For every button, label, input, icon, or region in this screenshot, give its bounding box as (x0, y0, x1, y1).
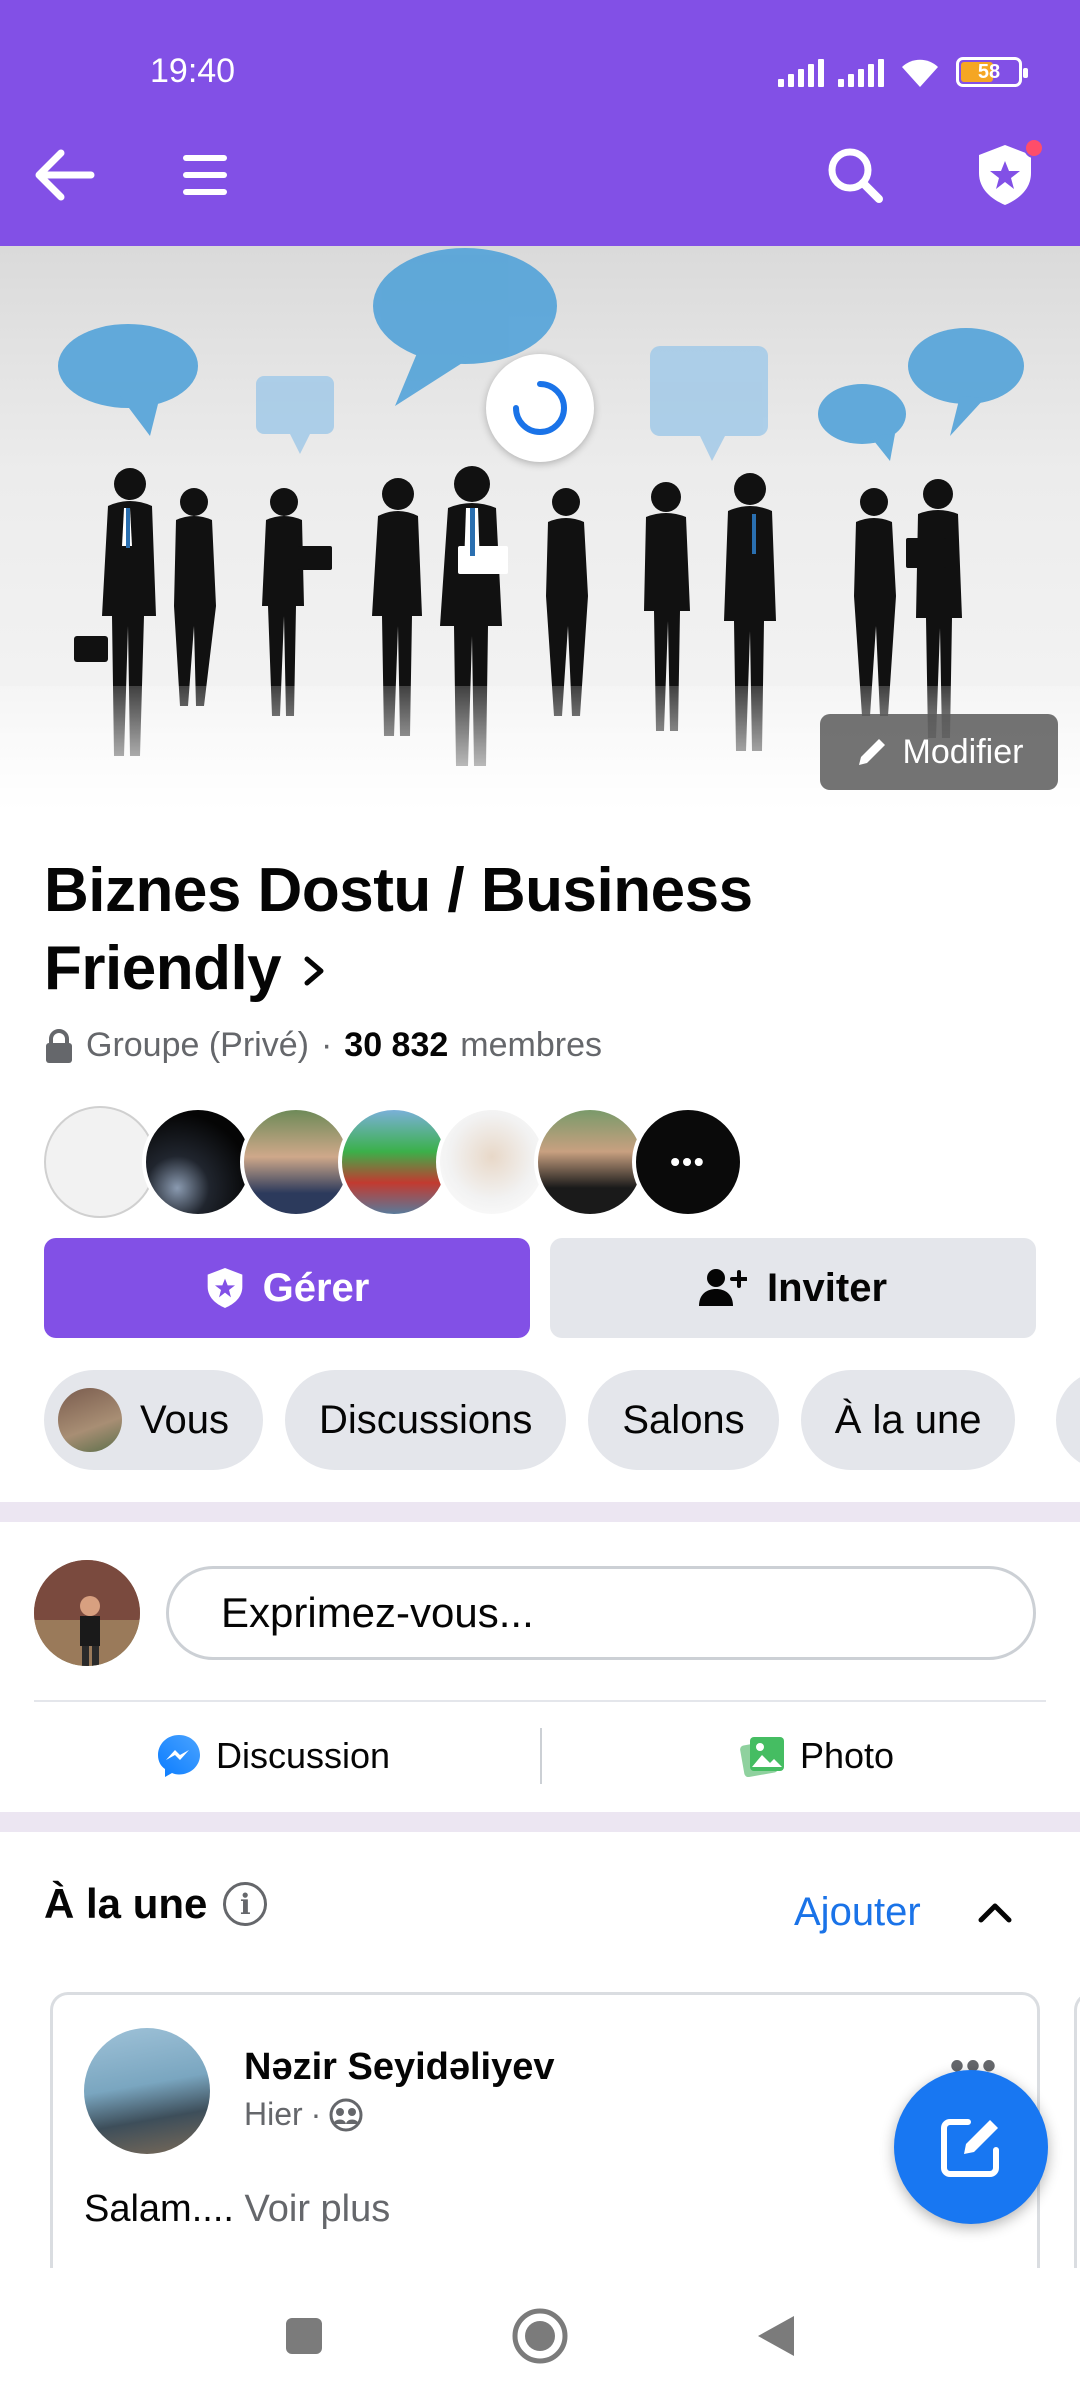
arrow-left-icon (35, 149, 95, 201)
see-more-link[interactable]: Voir plus (245, 2188, 391, 2230)
post-timestamp: Hier · (244, 2096, 363, 2133)
cover-photo[interactable]: Modifier (0, 246, 1080, 812)
system-back-button[interactable] (746, 2306, 806, 2366)
section-divider (0, 1812, 1080, 1832)
tab-featured[interactable]: À la une (800, 1370, 1016, 1470)
edit-cover-button[interactable]: Modifier (820, 714, 1058, 790)
tab-overflow[interactable] (1056, 1370, 1080, 1470)
pencil-icon (858, 739, 885, 765)
post-composer-input[interactable]: Exprimez-vous... (166, 1566, 1036, 1660)
member-count: 30 832 (344, 1026, 449, 1064)
status-icons: 58 (778, 52, 1028, 92)
messenger-icon (158, 1735, 200, 1777)
lock-icon (46, 1028, 72, 1063)
invite-button[interactable]: Inviter (550, 1238, 1036, 1338)
photo-button[interactable]: Photo (740, 1720, 894, 1792)
more-members-avatar[interactable]: ••• (632, 1106, 744, 1218)
featured-post-card[interactable] (50, 1992, 1040, 2292)
members-label: membres (460, 1026, 602, 1064)
hamburger-icon (183, 155, 227, 195)
avatar[interactable] (84, 2028, 210, 2154)
meta-separator: · (320, 1026, 333, 1064)
group-members-icon (329, 2098, 363, 2131)
avatar (240, 1106, 352, 1218)
avatar (436, 1106, 548, 1218)
notification-dot (1024, 138, 1044, 158)
tab-label: Vous (140, 1397, 229, 1442)
signal-icon-2 (838, 57, 884, 87)
composer-placeholder: Exprimez-vous... (221, 1589, 534, 1636)
loading-spinner (486, 354, 594, 462)
search-button[interactable] (810, 130, 900, 220)
signal-icon (778, 57, 824, 87)
featured-title: À la une (44, 1880, 208, 1927)
avatar (338, 1106, 450, 1218)
status-time: 19:40 (150, 52, 236, 90)
tab-rooms[interactable]: Salons (588, 1370, 779, 1470)
add-person-icon (698, 1269, 747, 1306)
battery-icon: 58 (956, 57, 1028, 87)
collapse-button[interactable] (970, 1890, 1020, 1934)
photo-icon (740, 1737, 784, 1777)
avatar (534, 1106, 646, 1218)
wifi-icon (902, 59, 938, 87)
home-button[interactable] (510, 2306, 570, 2366)
avatar (44, 1106, 156, 1218)
triangle-back-icon (758, 2316, 794, 2356)
featured-heading: À la une i (44, 1880, 268, 1928)
divider (34, 1700, 1046, 1702)
home-circle-icon (512, 2308, 568, 2364)
group-meta: Groupe (Privé) · 30 832 membres (44, 1026, 602, 1065)
post-time-separator: · (310, 2096, 322, 2132)
menu-button[interactable] (160, 130, 250, 220)
invite-label: Inviter (766, 1265, 888, 1310)
manage-button[interactable]: Gérer (44, 1238, 530, 1338)
tab-label: À la une (834, 1397, 982, 1442)
next-post-card[interactable] (1074, 1992, 1080, 2292)
battery-level: 58 (977, 61, 1001, 83)
admin-tools-button[interactable] (960, 130, 1050, 220)
back-button[interactable] (20, 130, 110, 220)
search-icon (828, 148, 883, 203)
tab-discussions[interactable]: Discussions (284, 1370, 567, 1470)
avatar-photo (34, 1560, 140, 1666)
divider (540, 1728, 542, 1784)
info-icon[interactable]: i (223, 1882, 268, 1926)
recents-button[interactable] (274, 2306, 334, 2366)
chevron-up-icon (978, 1903, 1012, 1923)
group-privacy: Groupe (Privé) (86, 1026, 309, 1064)
tab-label: Discussions (318, 1397, 533, 1442)
group-tabs: Vous Discussions Salons À la une (44, 1370, 1016, 1470)
manage-label: Gérer (262, 1265, 370, 1310)
discussion-button[interactable]: Discussion (156, 1720, 390, 1792)
avatar (142, 1106, 254, 1218)
spinner-icon (513, 381, 567, 435)
tab-you[interactable]: Vous (44, 1370, 263, 1470)
more-members-icon: ••• (670, 1146, 706, 1177)
shield-star-icon (207, 1268, 242, 1308)
edit-icon (941, 2119, 999, 2177)
tab-label: Salons (622, 1397, 745, 1442)
post-time: Hier (244, 2096, 303, 2132)
avatar (58, 1388, 122, 1452)
group-name: Biznes Dostu / Business Friendly (44, 856, 753, 1003)
section-divider (0, 1502, 1080, 1522)
post-body: Salam.... (84, 2188, 234, 2230)
compose-fab[interactable] (894, 2070, 1048, 2224)
square-icon (286, 2318, 322, 2354)
top-app-bar: 19:40 58 (0, 0, 1080, 246)
add-featured-link[interactable]: Ajouter (794, 1890, 921, 1935)
edit-cover-label: Modifier (902, 732, 1024, 771)
photo-label: Photo (800, 1735, 895, 1776)
post-author[interactable]: Nəzir Seyidəliyev (244, 2046, 555, 2089)
avatar[interactable] (34, 1560, 140, 1666)
info-glyph: i (240, 1887, 251, 1921)
group-title[interactable]: Biznes Dostu / Business Friendly (44, 852, 944, 1008)
discussion-label: Discussion (216, 1735, 391, 1776)
chevron-right-icon (301, 930, 327, 1008)
post-text: Salam.... Voir plus (84, 2188, 390, 2231)
